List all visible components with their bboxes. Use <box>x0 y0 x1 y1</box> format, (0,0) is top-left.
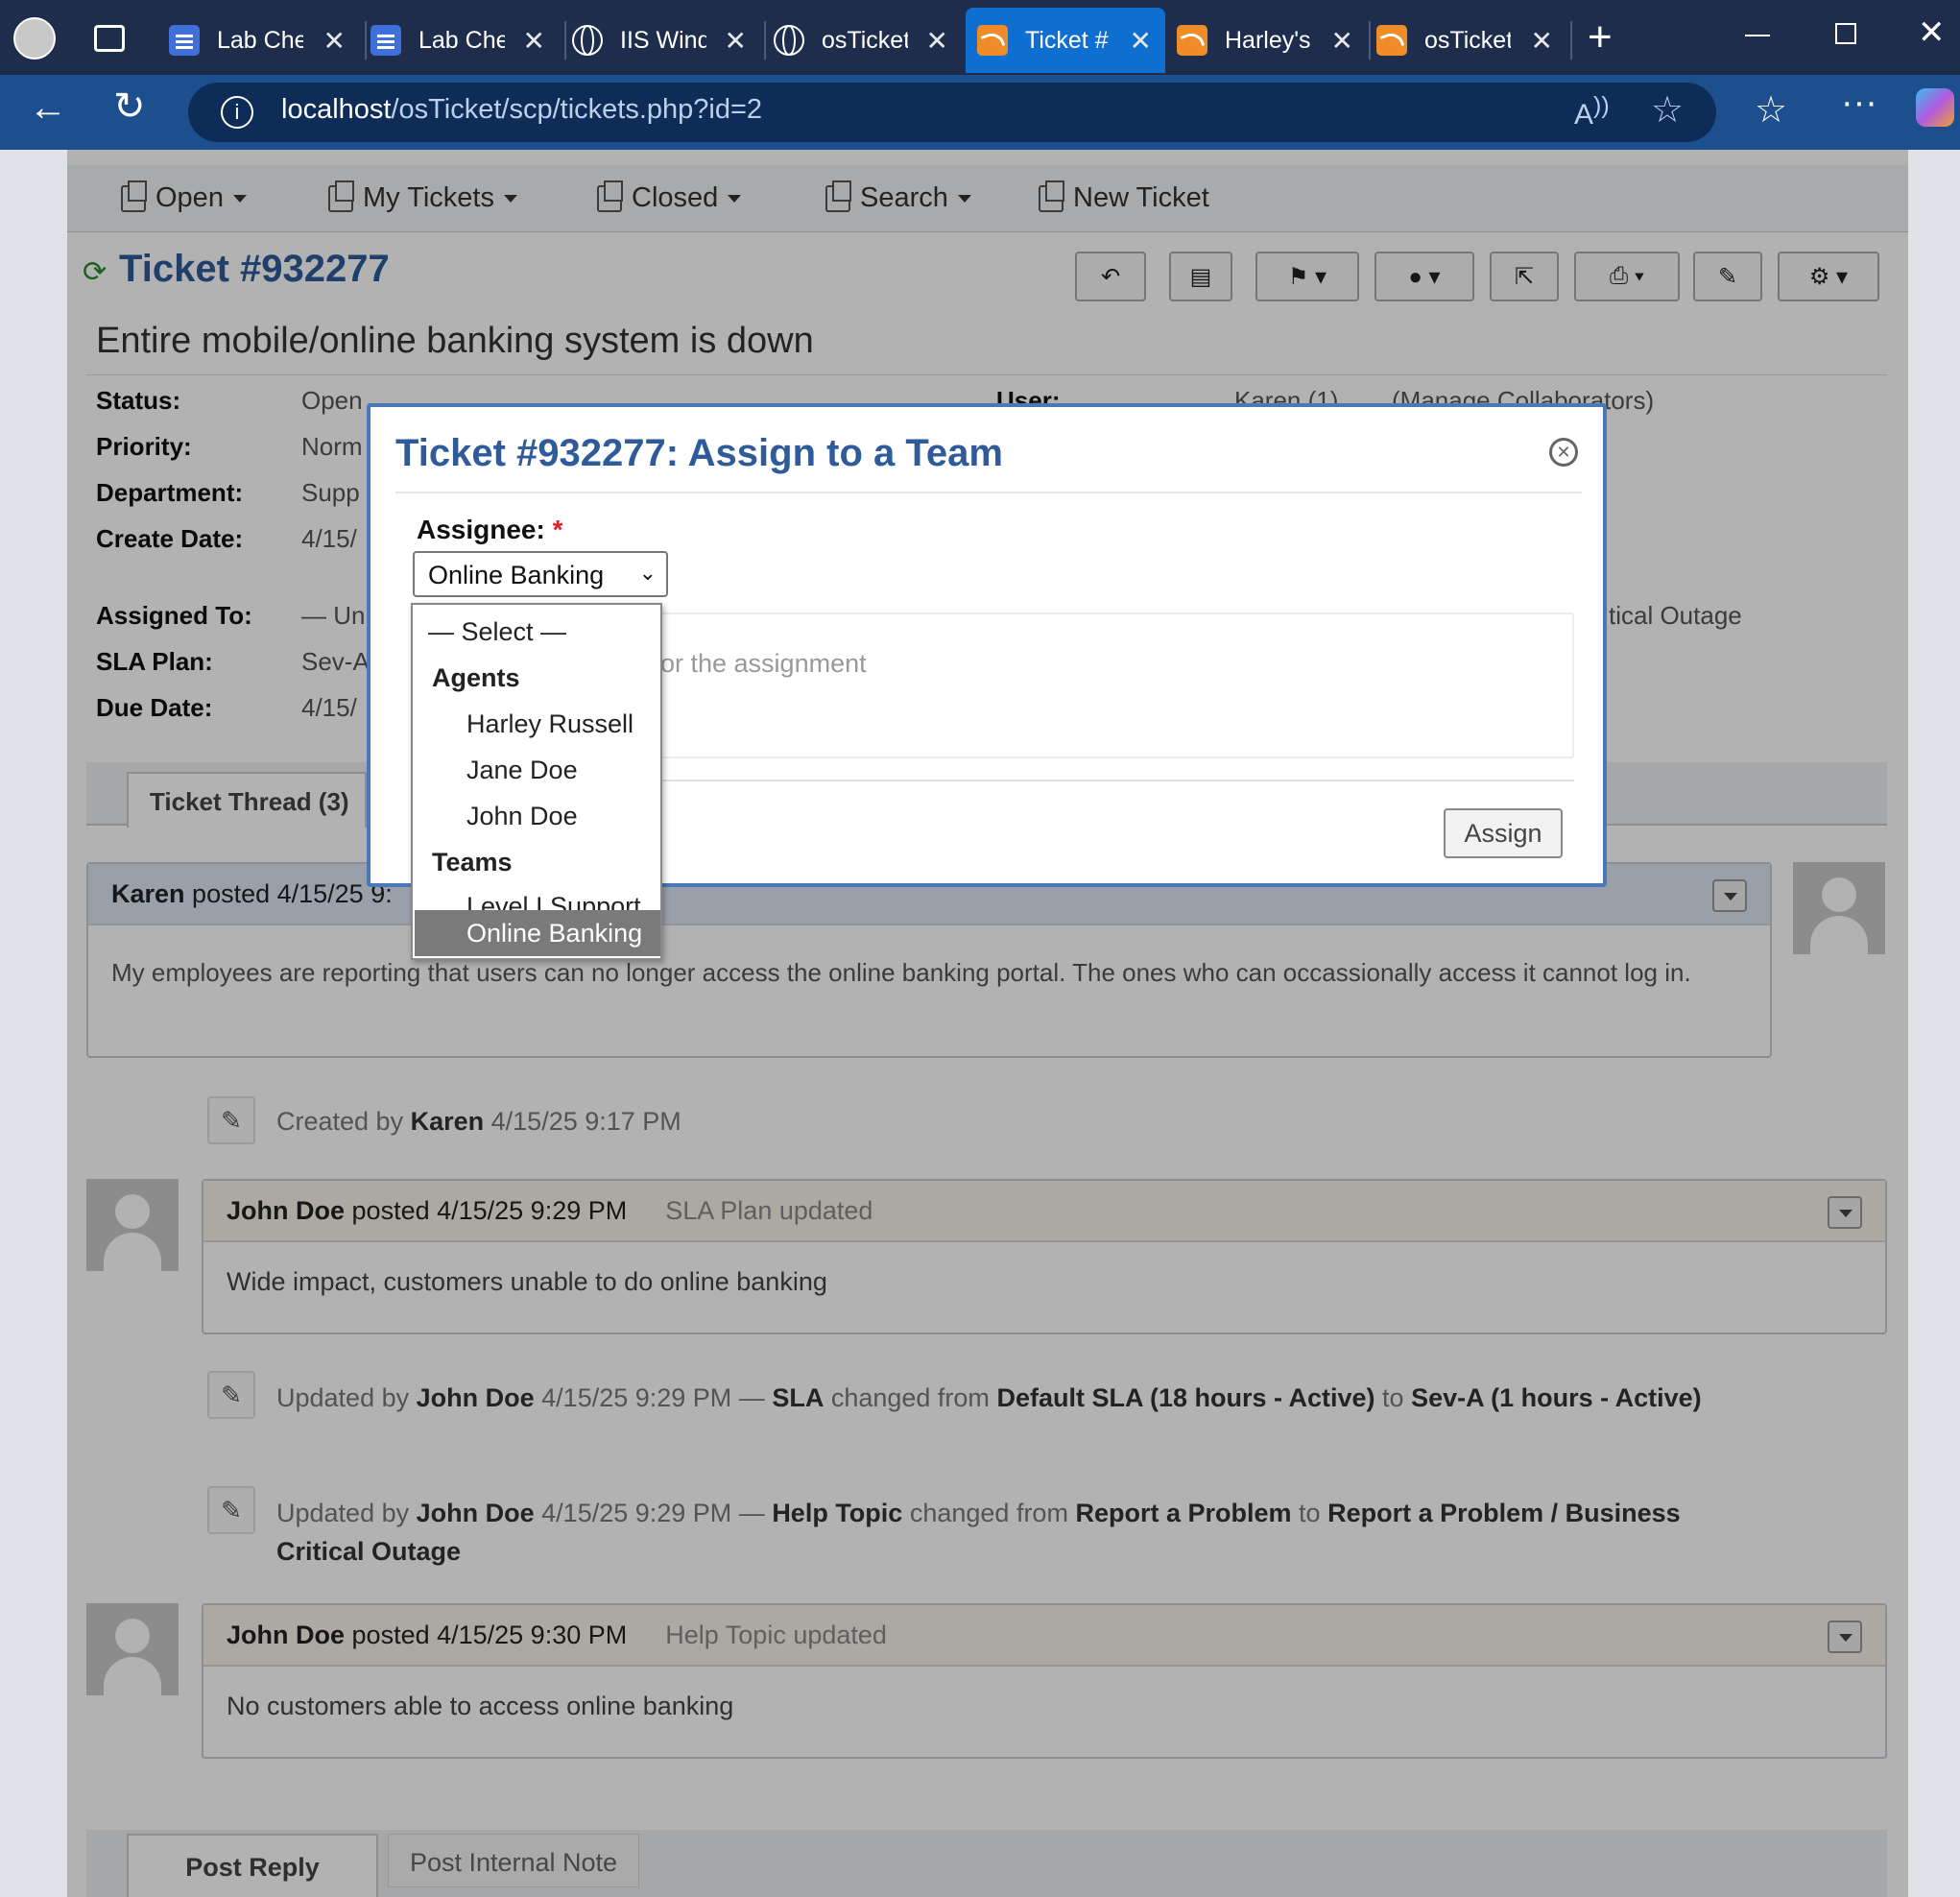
back-icon[interactable]: ← <box>29 86 67 130</box>
globe-icon <box>774 25 804 56</box>
assign-submit-button[interactable]: Assign <box>1444 808 1563 858</box>
assignee-dropdown-list: — Select — Agents Harley Russell Jane Do… <box>411 603 662 960</box>
favorites-icon[interactable]: ☆ <box>1755 88 1787 132</box>
osticket-icon <box>977 25 1008 56</box>
option-john-doe[interactable]: John Doe <box>415 793 660 839</box>
tab-iis-windows[interactable]: IIS Wind ✕ <box>572 8 760 73</box>
optgroup-agents: Agents <box>432 662 520 692</box>
option-harley-russell[interactable]: Harley Russell <box>415 701 660 747</box>
close-icon[interactable]: ✕ <box>1549 438 1578 467</box>
globe-icon <box>572 25 603 56</box>
document-icon <box>370 25 401 56</box>
site-info-icon[interactable]: i <box>221 96 253 129</box>
tab-actions-icon[interactable] <box>94 25 125 52</box>
tab-lab-checklist-1[interactable]: Lab Che ✕ <box>169 8 359 73</box>
close-icon[interactable]: ✕ <box>1531 25 1553 57</box>
close-icon[interactable]: ✕ <box>725 25 747 57</box>
refresh-icon[interactable]: ↻ <box>113 84 146 129</box>
maximize-icon[interactable] <box>1835 23 1856 44</box>
option-online-banking[interactable]: Online Banking <box>415 910 660 956</box>
osticket-icon <box>1177 25 1207 56</box>
url-text[interactable]: localhost/osTicket/scp/tickets.php?id=2 <box>281 94 762 126</box>
close-icon[interactable]: ✕ <box>323 25 346 57</box>
close-icon[interactable]: ✕ <box>1331 25 1353 57</box>
document-icon <box>169 25 200 56</box>
close-icon[interactable]: ✕ <box>926 25 948 57</box>
new-tab-icon[interactable]: + <box>1588 13 1613 61</box>
comment-placeholder: or the assignment <box>660 649 867 678</box>
chevron-down-icon: ⌄ <box>638 561 657 585</box>
tab-osticket-1[interactable]: osTicket ✕ <box>774 8 962 73</box>
tab-osticket-2[interactable]: osTicket ✕ <box>1376 8 1566 73</box>
assignee-label: Assignee: * <box>417 515 563 544</box>
minimize-icon[interactable] <box>1745 35 1770 36</box>
option-select[interactable]: — Select — <box>415 609 660 655</box>
divider <box>395 492 1582 493</box>
profile-avatar-icon[interactable] <box>13 17 56 60</box>
close-window-icon[interactable]: ✕ <box>1918 13 1946 52</box>
read-aloud-icon[interactable]: A)) <box>1574 92 1610 132</box>
tab-lab-checklist-2[interactable]: Lab Che ✕ <box>370 8 559 73</box>
copilot-icon[interactable] <box>1916 88 1954 127</box>
tab-ticket[interactable]: Ticket # ✕ <box>966 8 1165 73</box>
optgroup-teams: Teams <box>432 847 513 876</box>
option-jane-doe[interactable]: Jane Doe <box>415 747 660 793</box>
osticket-icon <box>1376 25 1407 56</box>
more-menu-icon[interactable]: ··· <box>1841 83 1877 124</box>
tab-harleys[interactable]: Harley's ✕ <box>1177 8 1367 73</box>
dialog-title: Ticket #932277: Assign to a Team <box>395 432 1003 474</box>
close-icon[interactable]: ✕ <box>523 25 545 57</box>
favorite-star-icon[interactable]: ☆ <box>1651 88 1684 132</box>
assignee-select[interactable]: Online Banking ⌄ <box>413 551 668 597</box>
close-icon[interactable]: ✕ <box>1130 25 1152 57</box>
